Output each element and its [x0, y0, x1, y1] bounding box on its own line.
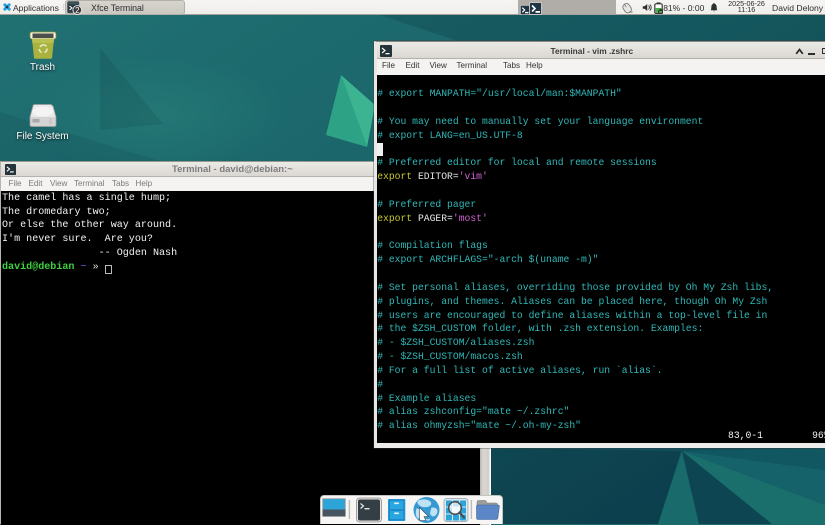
svg-text:2: 2	[75, 6, 79, 15]
